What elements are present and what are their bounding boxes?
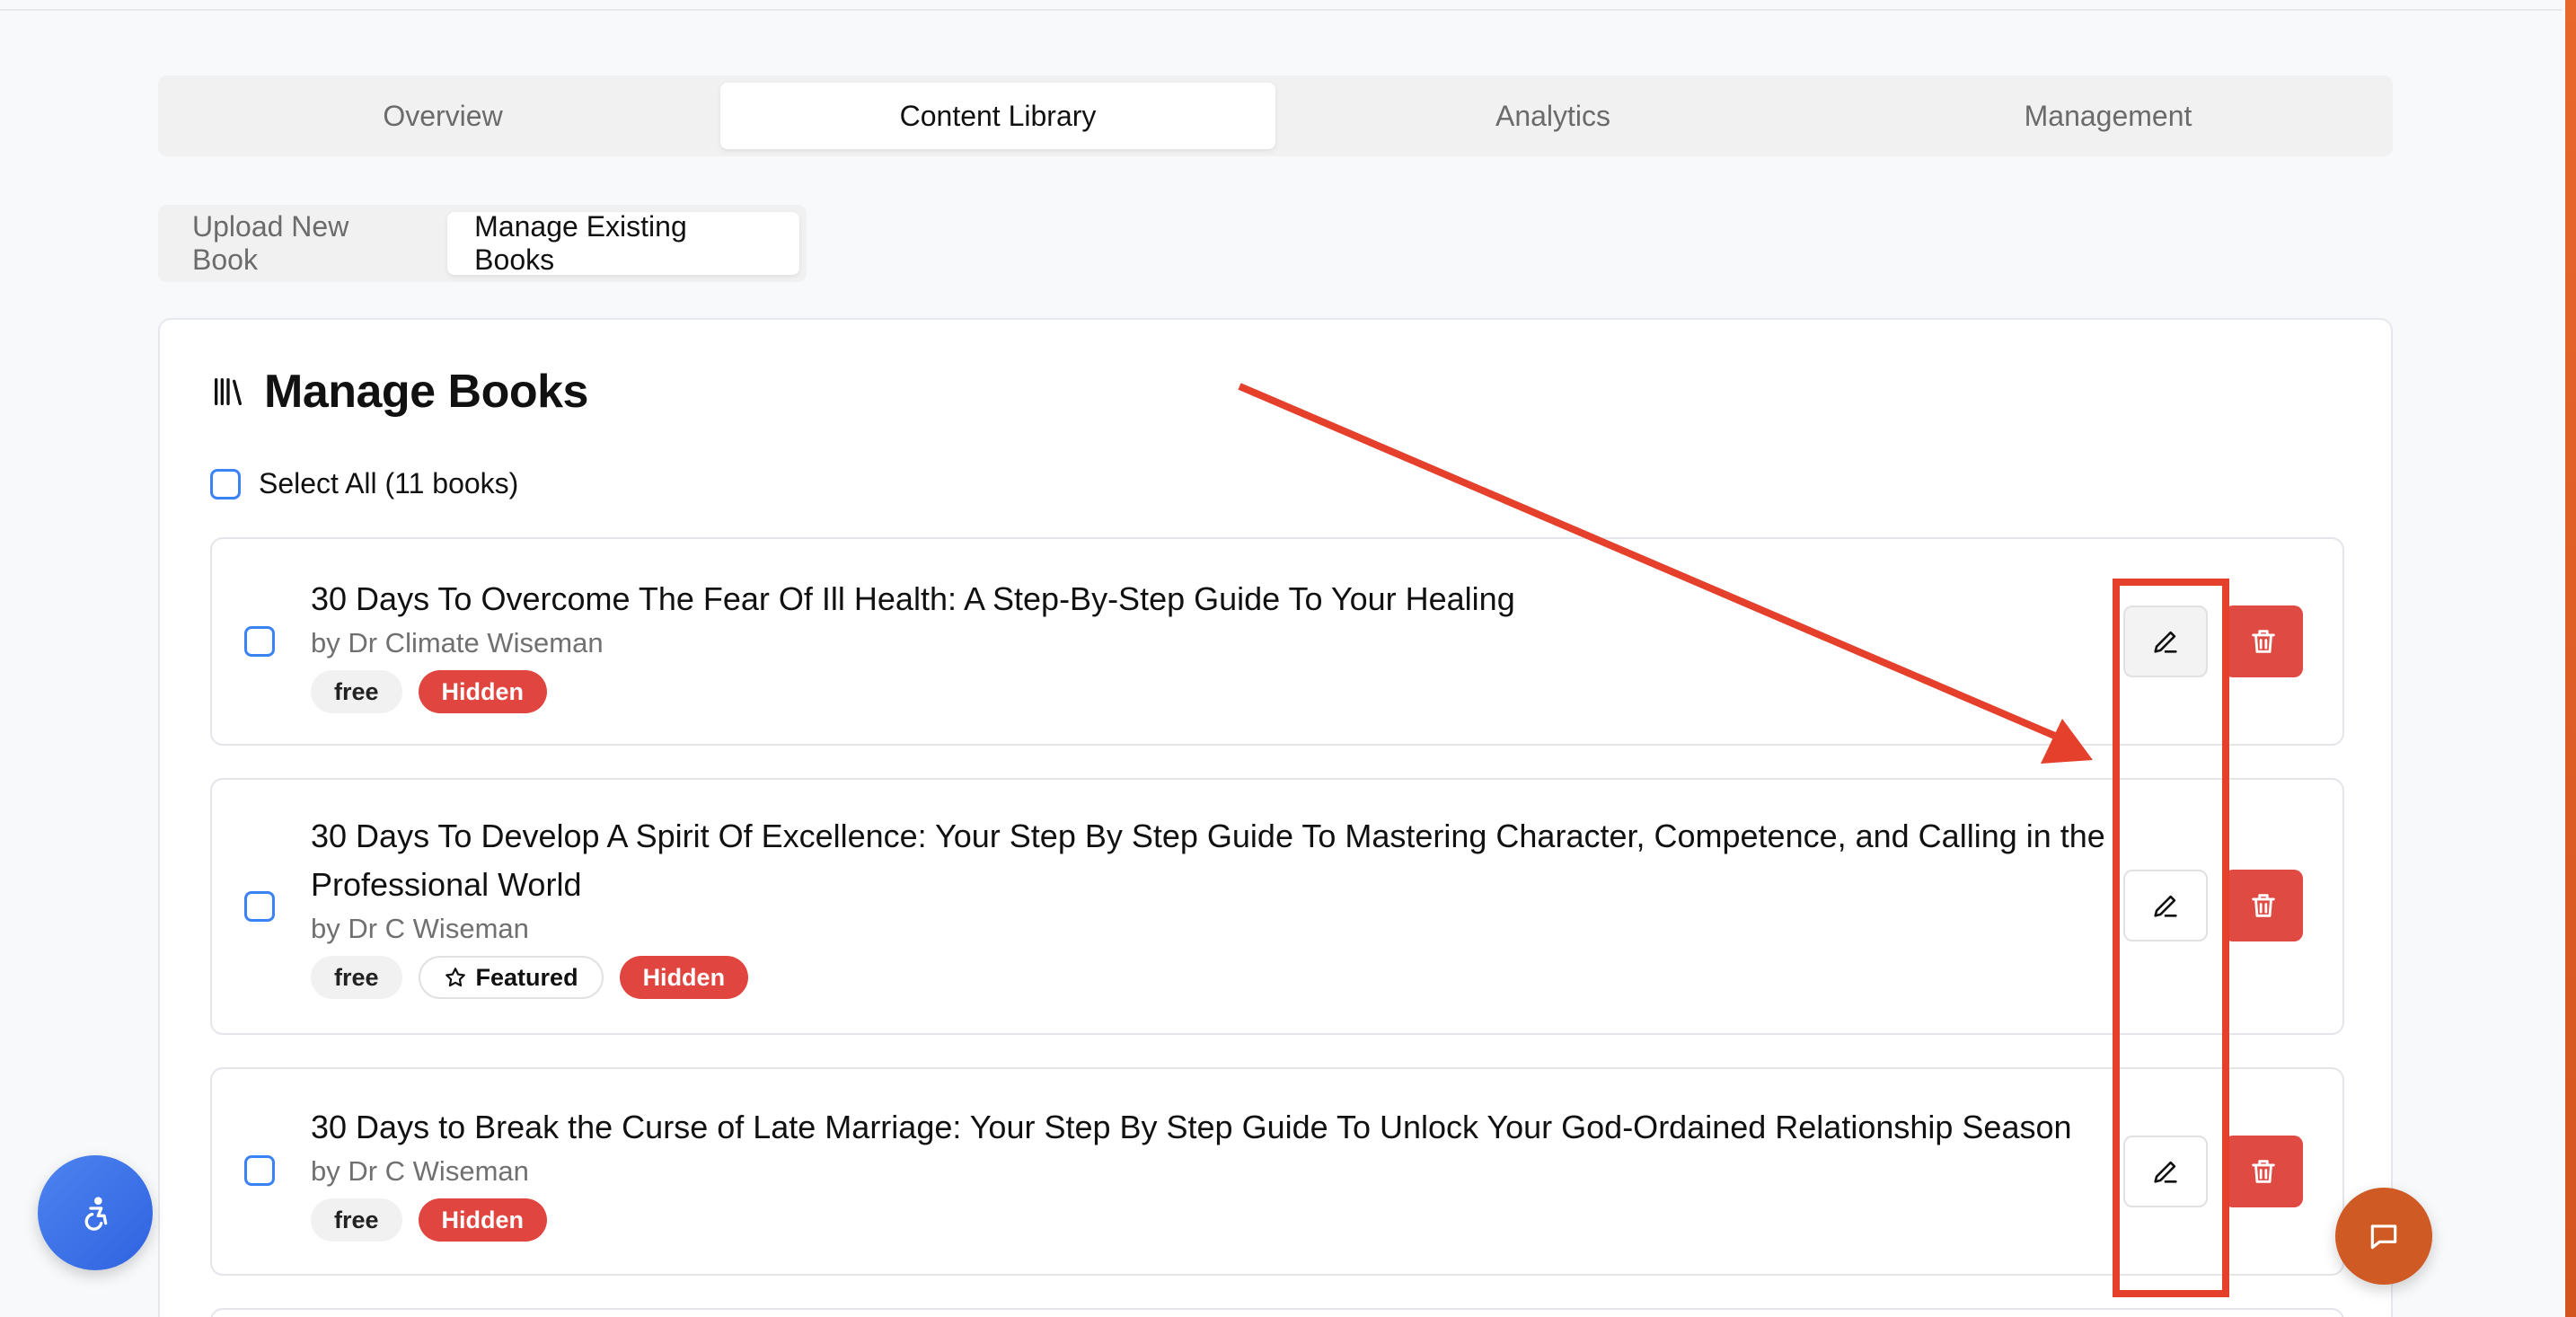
accessibility-button[interactable] — [38, 1155, 153, 1270]
chat-icon — [2370, 1224, 2397, 1250]
annotation-highlight-box — [2113, 579, 2229, 1297]
accessibility-icon — [84, 1197, 108, 1231]
chat-button[interactable] — [2335, 1188, 2432, 1285]
